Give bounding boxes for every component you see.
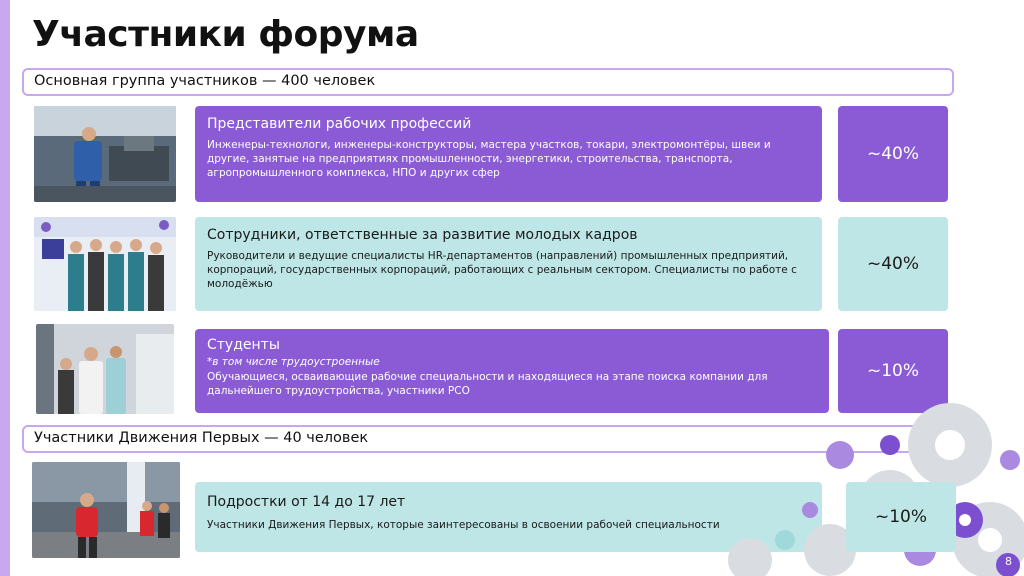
card-workers: Представители рабочих профессий Инженеры… bbox=[195, 106, 822, 202]
left-accent-bar bbox=[0, 0, 10, 576]
card-heading: Представители рабочих профессий bbox=[207, 116, 472, 132]
percent-teenagers: ~10% bbox=[846, 482, 956, 552]
page-number: 8 bbox=[1005, 555, 1012, 568]
card-text: Руководители и ведущие специалисты HR-де… bbox=[207, 250, 797, 290]
photo-workers bbox=[34, 106, 176, 202]
section-header-main-group: Основная группа участников — 400 человек bbox=[22, 68, 954, 96]
card-note: *в том числе трудоустроенные bbox=[207, 356, 380, 368]
card-text: Обучающиеся, осваивающие рабочие специал… bbox=[207, 371, 768, 397]
percent-workers: ~40% bbox=[838, 106, 948, 202]
card-heading: Студенты bbox=[207, 337, 280, 353]
page-title: Участники форума bbox=[32, 14, 419, 55]
photo-hr-staff bbox=[34, 217, 176, 311]
card-text: Инженеры-технологи, инженеры-конструктор… bbox=[207, 139, 771, 179]
card-heading: Сотрудники, ответственные за развитие мо… bbox=[207, 227, 638, 243]
photo-students bbox=[36, 324, 174, 414]
percent-hr-staff: ~40% bbox=[838, 217, 948, 311]
card-hr-staff: Сотрудники, ответственные за развитие мо… bbox=[195, 217, 822, 311]
photo-teenagers bbox=[32, 462, 180, 558]
